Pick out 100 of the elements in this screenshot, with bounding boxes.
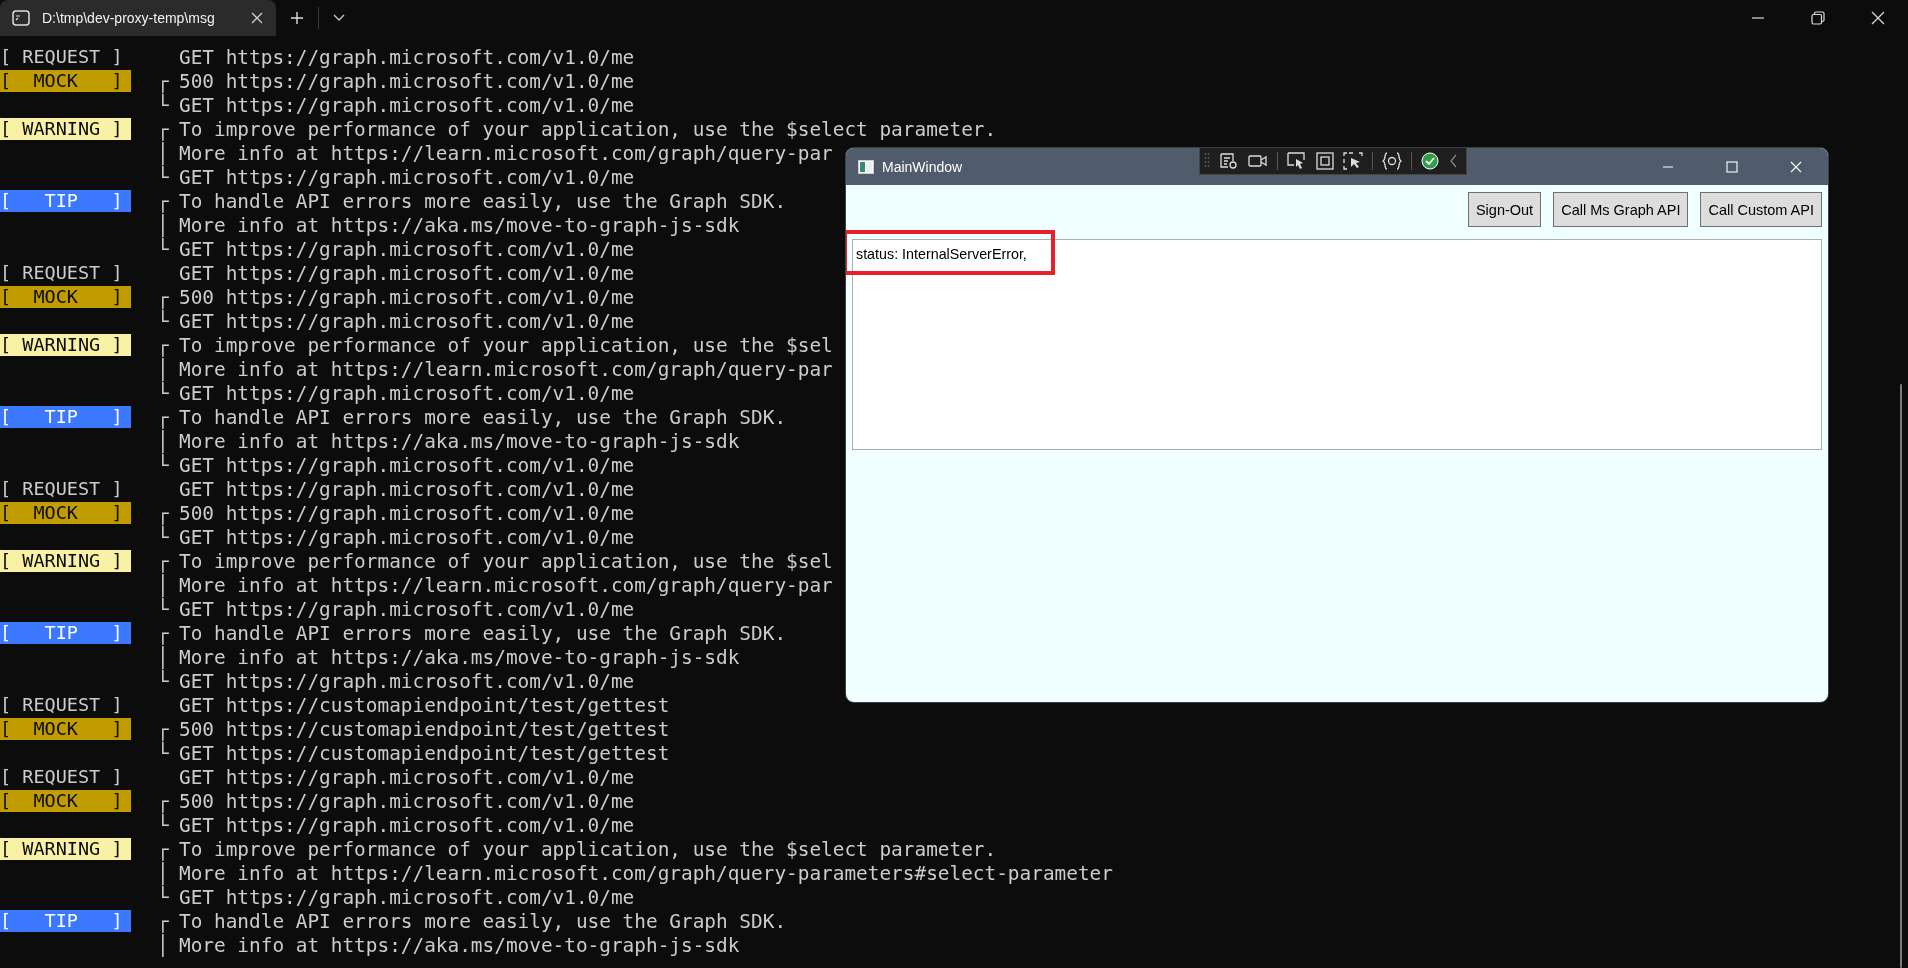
- log-level-label: [ REQUEST ]: [0, 46, 124, 68]
- bracket-glyph: │: [157, 645, 169, 669]
- bracket-glyph: │: [157, 573, 169, 597]
- bracket-glyph: └: [157, 885, 169, 909]
- check-circle-icon[interactable]: [1421, 152, 1439, 170]
- chevron-left-icon[interactable]: [1448, 153, 1458, 169]
- log-line: To handle API errors more easily, use the Graph SDK.: [179, 405, 787, 429]
- bracket-glyph: ┌: [157, 549, 169, 573]
- bracket-glyph: ┌: [157, 717, 169, 741]
- terminal-tab[interactable]: D:\tmp\dev-proxy-temp\msg: [0, 0, 276, 36]
- square-icon[interactable]: [1316, 152, 1334, 170]
- app-icon: [858, 159, 874, 174]
- log-line: GET https://graph.microsoft.com/v1.0/me: [179, 309, 635, 333]
- log-line: More info at https://aka.ms/move-to-graph-js-sdk: [179, 933, 740, 957]
- log-level-label: [ WARNING ]: [0, 118, 131, 140]
- log-line: GET https://graph.microsoft.com/v1.0/me: [179, 597, 635, 621]
- scrollbar-thumb[interactable]: [1900, 384, 1902, 968]
- log-line: GET https://graph.microsoft.com/v1.0/me: [179, 885, 635, 909]
- bracket-glyph: ┌: [157, 405, 169, 429]
- bracket-glyph: │: [157, 141, 169, 165]
- log-line: GET https://graph.microsoft.com/v1.0/me: [179, 93, 635, 117]
- log-line: More info at https://learn.microsoft.com/graph/query-par: [179, 141, 833, 165]
- log-line: GET https://graph.microsoft.com/v1.0/me: [179, 453, 635, 477]
- log-line: GET https://graph.microsoft.com/v1.0/me: [179, 381, 635, 405]
- chevron-down-icon[interactable]: [333, 14, 345, 22]
- bracket-glyph: │: [157, 933, 169, 957]
- bracket-glyph: └: [157, 237, 169, 261]
- log-line: To improve performance of your application, use the $select parameter.: [179, 837, 997, 861]
- log-level-label: [ MOCK ]: [0, 502, 131, 524]
- bracket-glyph: │: [157, 861, 169, 885]
- action-button[interactable]: Call Ms Graph API: [1553, 192, 1689, 227]
- close-icon[interactable]: [1871, 11, 1885, 25]
- tab-title: D:\tmp\dev-proxy-temp\msg: [42, 10, 216, 26]
- action-button[interactable]: Sign-Out: [1467, 192, 1542, 227]
- terminal-icon: [12, 10, 30, 26]
- bracket-glyph: │: [157, 429, 169, 453]
- camera-icon[interactable]: [1248, 152, 1268, 170]
- log-line: 500 https://graph.microsoft.com/v1.0/me: [179, 285, 635, 309]
- log-line: To improve performance of your application, use the $select parameter.: [179, 117, 997, 141]
- log-level-label: [ REQUEST ]: [0, 478, 124, 500]
- bracket-glyph: └: [157, 165, 169, 189]
- bracket-glyph: ┌: [157, 117, 169, 141]
- log-line: GET https://graph.microsoft.com/v1.0/me: [179, 525, 635, 549]
- bracket-glyph: ┌: [157, 909, 169, 933]
- bracket-glyph: └: [157, 525, 169, 549]
- log-line: GET https://graph.microsoft.com/v1.0/me: [179, 813, 635, 837]
- log-line: To improve performance of your application, use the $sel: [179, 333, 833, 357]
- select-element-icon[interactable]: [1343, 152, 1363, 170]
- list-settings-icon[interactable]: [1219, 152, 1239, 170]
- bracket-glyph: └: [157, 453, 169, 477]
- log-line: GET https://graph.microsoft.com/v1.0/me: [179, 765, 635, 789]
- log-line: GET https://graph.microsoft.com/v1.0/me: [179, 669, 635, 693]
- log-line: To handle API errors more easily, use the Graph SDK.: [179, 909, 787, 933]
- log-line: GET https://graph.microsoft.com/v1.0/me: [179, 261, 635, 285]
- log-line: More info at https://aka.ms/move-to-graph-js-sdk: [179, 429, 740, 453]
- action-button[interactable]: Call Custom API: [1700, 192, 1822, 227]
- log-level-label: [ REQUEST ]: [0, 694, 124, 716]
- log-line: GET https://graph.microsoft.com/v1.0/me: [179, 477, 635, 501]
- log-line: 500 https://graph.microsoft.com/v1.0/me: [179, 501, 635, 525]
- bracket-glyph: └: [157, 741, 169, 765]
- log-level-label: [ MOCK ]: [0, 718, 131, 740]
- log-level-label: [ WARNING ]: [0, 334, 131, 356]
- bracket-glyph: │: [157, 357, 169, 381]
- log-level-label: [ WARNING ]: [0, 550, 131, 572]
- log-level-label: [ MOCK ]: [0, 286, 131, 308]
- log-level-label: [ WARNING ]: [0, 838, 131, 860]
- log-level-label: [ TIP ]: [0, 406, 131, 428]
- bracket-glyph: └: [157, 309, 169, 333]
- log-line: GET https://customapiendpoint/test/gettest: [179, 693, 670, 717]
- cursor-select-icon[interactable]: [1287, 152, 1307, 170]
- bracket-glyph: ┌: [157, 333, 169, 357]
- log-line: To improve performance of your application, use the $sel: [179, 549, 833, 573]
- log-line: More info at https://learn.microsoft.com/graph/query-par: [179, 357, 833, 381]
- bracket-glyph: └: [157, 813, 169, 837]
- bracket-glyph: └: [157, 597, 169, 621]
- bracket-glyph: ┌: [157, 621, 169, 645]
- braces-icon[interactable]: [1382, 152, 1402, 170]
- log-line: To handle API errors more easily, use the Graph SDK.: [179, 189, 787, 213]
- log-level-label: [ MOCK ]: [0, 790, 131, 812]
- log-line: 500 https://graph.microsoft.com/v1.0/me: [179, 789, 635, 813]
- log-level-label: [ REQUEST ]: [0, 262, 124, 284]
- bracket-glyph: │: [157, 213, 169, 237]
- log-level-label: [ TIP ]: [0, 910, 131, 932]
- log-line: GET https://graph.microsoft.com/v1.0/me: [179, 237, 635, 261]
- maximize-icon[interactable]: [1726, 160, 1738, 173]
- bracket-glyph: └: [157, 381, 169, 405]
- log-line: More info at https://learn.microsoft.com/graph/query-parameters#select-parameter: [179, 861, 1113, 885]
- bracket-glyph: ┌: [157, 69, 169, 93]
- restore-icon[interactable]: [1811, 11, 1825, 25]
- bracket-glyph: ┌: [157, 789, 169, 813]
- plus-icon[interactable]: [290, 11, 304, 25]
- log-line: 500 https://graph.microsoft.com/v1.0/me: [179, 69, 635, 93]
- log-line: GET https://graph.microsoft.com/v1.0/me: [179, 45, 635, 69]
- log-line: More info at https://aka.ms/move-to-graph-js-sdk: [179, 213, 740, 237]
- bracket-glyph: └: [157, 93, 169, 117]
- status-text: status: InternalServerError,: [856, 246, 1027, 262]
- output-text-box[interactable]: status: InternalServerError,: [852, 239, 1822, 450]
- bracket-glyph: ┌: [157, 285, 169, 309]
- close-icon[interactable]: [250, 11, 264, 25]
- log-line: More info at https://learn.microsoft.com/graph/query-par: [179, 573, 833, 597]
